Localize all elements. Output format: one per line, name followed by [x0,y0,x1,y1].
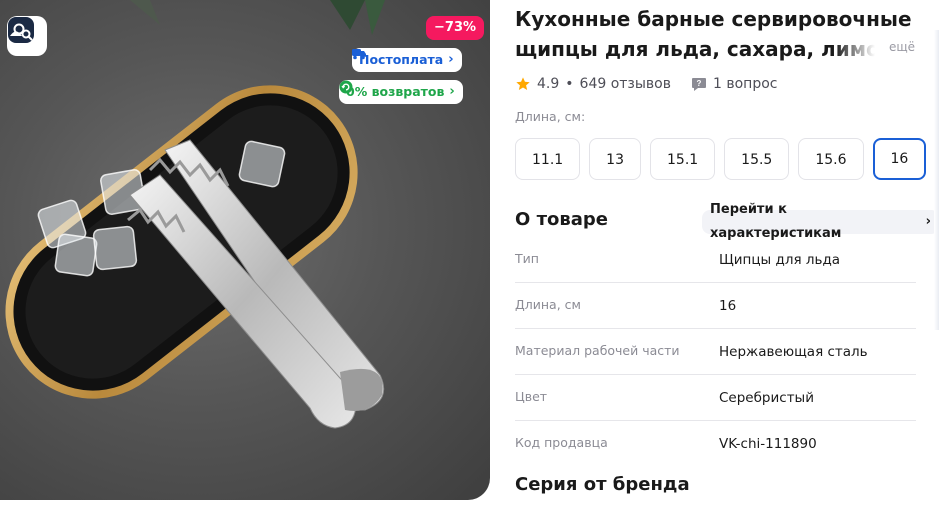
chevron-right-icon: › [448,52,454,67]
length-option[interactable]: 15.5 [724,138,790,180]
delivery-truck-icon [352,49,366,60]
rating-row: 4.9 • 649 отзывов ? 1 вопрос [515,74,777,94]
spec-name: Материал рабочей части [515,343,680,358]
length-label: Длина, см: [515,109,586,124]
rating-score: 4.9 [537,76,560,92]
spec-row: Длина, см 16 [515,283,916,329]
returns-icon [339,80,353,94]
returns-label: 0% возвратов [346,84,445,99]
svg-text:?: ? [697,79,702,88]
spec-row: Код продавца VK-chi-111890 [515,421,916,466]
product-title-line2: щипцы для льда, сахара, лимо [515,37,875,61]
spec-value: 16 [719,298,737,314]
chevron-right-icon: › [449,84,455,99]
characteristics-link[interactable]: Перейти к характеристикам › [702,202,939,241]
length-option-selected[interactable]: 16 [872,138,927,180]
spec-row: Тип Щипцы для льда [515,237,916,283]
product-photo[interactable]: −73% Постоплата › 0% возвратов › [0,0,490,500]
returns-badge[interactable]: 0% возвратов › [339,80,463,104]
product-image [5,0,385,429]
image-search-icon [8,17,34,43]
spec-row: Цвет Серебристый [515,375,916,421]
length-option[interactable]: 15.6 [798,138,864,180]
page-edge-shadow [934,30,939,330]
spec-name: Цвет [515,389,548,404]
spec-value: Серебристый [719,390,814,406]
postpay-label: Постоплата [359,52,444,67]
spec-table: Тип Щипцы для льда Длина, см 16 Материал… [515,237,916,466]
questions-link[interactable]: 1 вопрос [713,76,777,92]
spec-value: VK-chi-111890 [719,436,817,452]
discount-badge: −73% [426,16,485,40]
length-option[interactable]: 13 [589,138,641,180]
rating-separator: • [565,76,574,92]
chevron-right-icon: › [925,214,931,229]
spec-name: Код продавца [515,435,608,450]
star-icon [516,77,530,90]
length-options: 11.1 13 15.1 15.5 15.6 16 [515,138,927,180]
product-title: Кухонные барные сервировочные щипцы для … [515,4,925,72]
spec-value: Щипцы для льда [719,252,841,268]
spec-value: Нержавеющая сталь [719,344,868,360]
question-bubble-icon: ? [692,77,706,91]
spec-name: Длина, см [515,297,581,312]
postpay-badge[interactable]: Постоплата › [352,48,462,72]
series-title: Серия от бренда [515,474,690,495]
length-option[interactable]: 15.1 [650,138,716,180]
about-title: О товаре [515,209,608,230]
image-search-button[interactable] [7,16,47,56]
title-more-link[interactable]: ещё [889,40,915,54]
spec-name: Тип [515,251,539,266]
product-title-line1: Кухонные барные сервировочные [515,7,912,31]
spec-row: Материал рабочей части Нержавеющая сталь [515,329,916,375]
length-option[interactable]: 11.1 [515,138,581,180]
reviews-link[interactable]: 649 отзывов [580,76,671,92]
